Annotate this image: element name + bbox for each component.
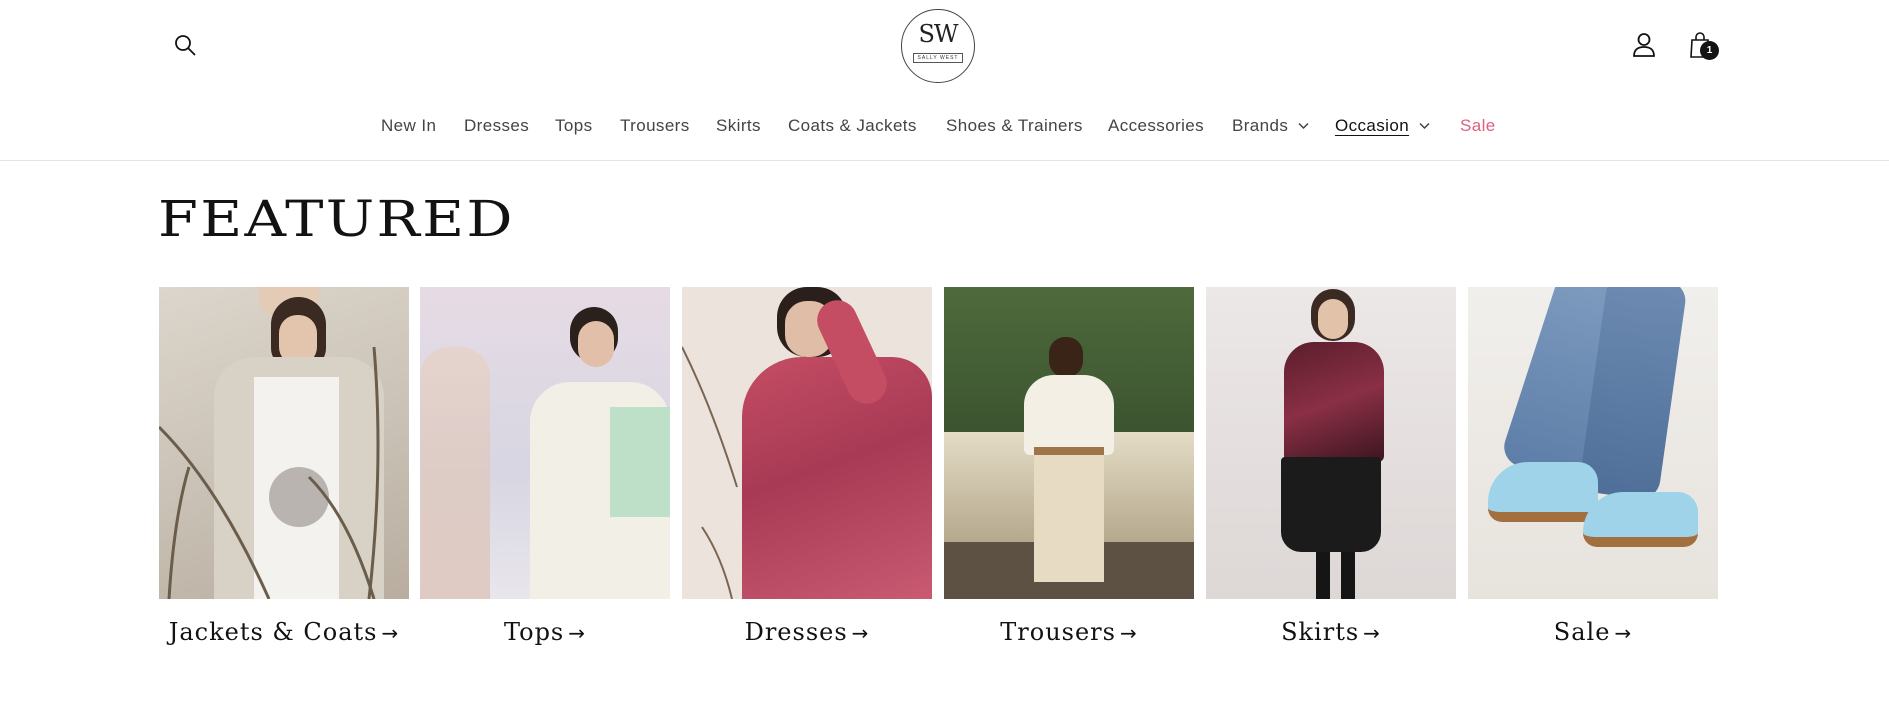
account-icon bbox=[1633, 33, 1655, 57]
arrow-right-icon: → bbox=[1119, 621, 1138, 645]
category-label: Tops → bbox=[503, 618, 587, 646]
search-button[interactable] bbox=[168, 28, 202, 62]
main-nav: New In Dresses Tops Trousers Skirts Coat… bbox=[0, 116, 1889, 144]
category-card-jackets-coats[interactable]: Jackets & Coats → bbox=[159, 287, 409, 646]
site-header: SW SALLY WEST 1 New In Dresses Tops Trou… bbox=[0, 0, 1889, 161]
category-label: Dresses → bbox=[744, 618, 870, 646]
nav-item-dresses[interactable]: Dresses bbox=[464, 116, 529, 136]
arrow-right-icon: → bbox=[1614, 621, 1633, 645]
category-label: Jackets & Coats → bbox=[168, 618, 400, 646]
logo-mark: SW bbox=[918, 20, 958, 48]
account-button[interactable] bbox=[1627, 27, 1661, 61]
category-card-sale[interactable]: Sale → bbox=[1468, 287, 1718, 646]
category-image bbox=[1206, 287, 1456, 599]
category-card-tops[interactable]: Tops → bbox=[420, 287, 670, 646]
nav-item-shoes-trainers[interactable]: Shoes & Trainers bbox=[946, 116, 1083, 136]
category-image bbox=[682, 287, 932, 599]
arrow-right-icon: → bbox=[568, 621, 587, 645]
chevron-down-icon bbox=[1419, 122, 1430, 130]
chevron-down-icon bbox=[1298, 122, 1309, 130]
arrow-right-icon: → bbox=[851, 621, 870, 645]
arrow-right-icon: → bbox=[1363, 621, 1381, 645]
section-title: FEATURED bbox=[158, 190, 515, 248]
category-image bbox=[420, 287, 670, 599]
logo-wordmark: SALLY WEST bbox=[912, 53, 964, 63]
nav-item-brands[interactable]: Brands bbox=[1232, 116, 1309, 136]
category-card-dresses[interactable]: Dresses → bbox=[682, 287, 932, 646]
category-label: Trousers → bbox=[1000, 618, 1138, 646]
nav-item-occasion[interactable]: Occasion bbox=[1335, 116, 1430, 136]
category-label: Sale → bbox=[1553, 618, 1633, 646]
nav-item-coats-jackets[interactable]: Coats & Jackets bbox=[788, 116, 917, 136]
nav-item-new-in[interactable]: New In bbox=[381, 116, 436, 136]
cart-button[interactable]: 1 bbox=[1680, 25, 1720, 65]
nav-item-tops[interactable]: Tops bbox=[555, 116, 593, 136]
category-image bbox=[944, 287, 1194, 599]
category-label: Skirts → bbox=[1281, 618, 1381, 646]
nav-item-skirts[interactable]: Skirts bbox=[716, 116, 761, 136]
category-card-trousers[interactable]: Trousers → bbox=[944, 287, 1194, 646]
nav-item-trousers[interactable]: Trousers bbox=[620, 116, 690, 136]
nav-item-sale[interactable]: Sale bbox=[1460, 116, 1496, 136]
logo[interactable]: SW SALLY WEST bbox=[901, 9, 975, 83]
search-icon bbox=[175, 35, 196, 56]
arrow-right-icon: → bbox=[381, 621, 400, 645]
category-image bbox=[159, 287, 409, 599]
category-card-skirts[interactable]: Skirts → bbox=[1206, 287, 1456, 646]
cart-count-badge: 1 bbox=[1700, 41, 1719, 60]
category-image bbox=[1468, 287, 1718, 599]
nav-item-accessories[interactable]: Accessories bbox=[1108, 116, 1204, 136]
